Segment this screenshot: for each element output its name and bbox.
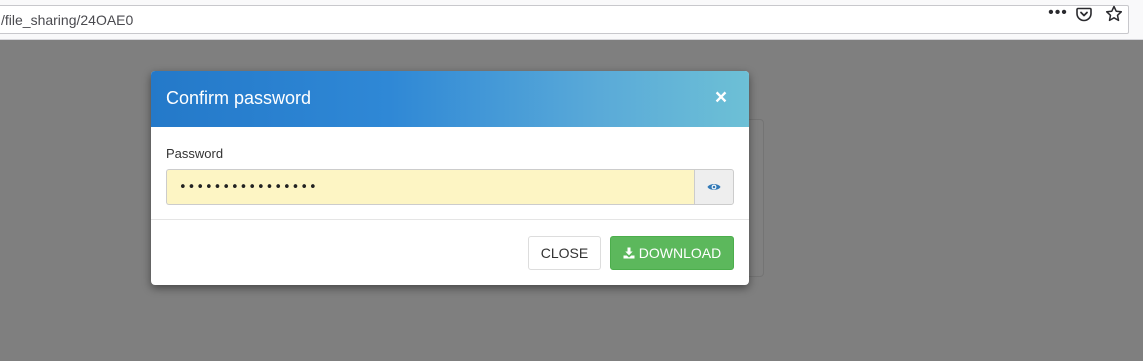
password-input[interactable] [166,169,695,205]
pocket-icon[interactable] [1073,3,1095,25]
modal-body: Password [151,127,749,220]
browser-toolbar: /file_sharing/24OAE0 ••• [0,0,1143,40]
download-button-label: DOWNLOAD [638,245,722,261]
close-button[interactable]: CLOSE [528,236,601,270]
address-url: /file_sharing/24OAE0 [1,12,134,28]
download-icon [623,247,635,259]
address-bar[interactable]: /file_sharing/24OAE0 [0,5,1129,34]
modal-title: Confirm password [166,88,312,108]
eye-icon [707,184,721,190]
toggle-password-visibility-button[interactable] [694,169,734,205]
modal-header: Confirm password × [151,71,749,127]
download-button[interactable]: DOWNLOAD [610,236,734,270]
more-dots-icon[interactable]: ••• [1047,2,1069,24]
password-label: Password [166,146,224,161]
modal-footer: CLOSE DOWNLOAD [151,221,749,285]
confirm-password-modal: Confirm password × Password CLOSE DOWNLO… [151,71,749,285]
close-icon[interactable]: × [712,87,730,109]
star-icon[interactable] [1103,3,1125,25]
